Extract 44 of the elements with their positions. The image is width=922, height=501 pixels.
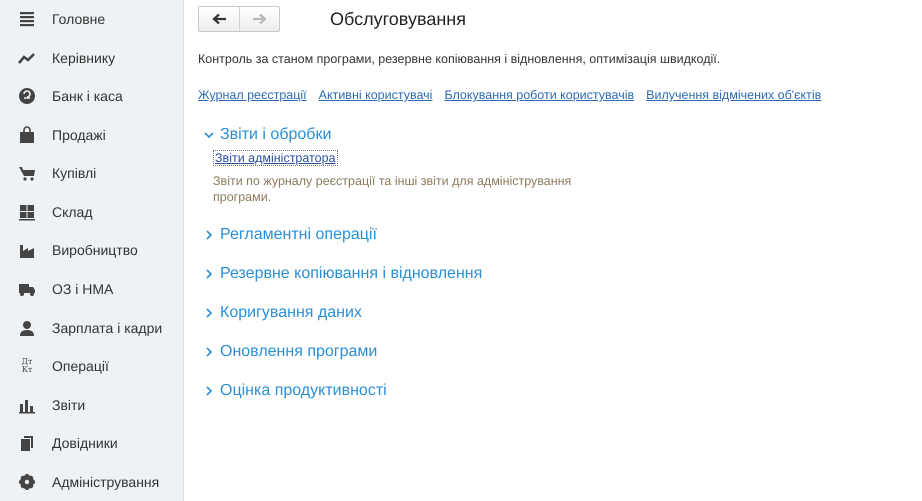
shopping-bag-icon [18, 126, 36, 144]
sidebar-item[interactable]: Склад [0, 192, 183, 232]
sidebar-item[interactable]: Адміністрування [0, 462, 183, 501]
section-header[interactable]: Звіти і обробки [204, 126, 332, 144]
link[interactable]: Журнал реєстрації [198, 88, 307, 102]
gear-icon [18, 472, 36, 491]
sidebar-item[interactable]: Довідники [0, 424, 183, 462]
arrow-left-icon [211, 13, 227, 25]
person-icon [18, 318, 36, 337]
chevron-right-icon [204, 230, 214, 240]
section-header[interactable]: Оцінка продуктивності [204, 382, 387, 400]
sidebar-item[interactable]: Головне [0, 0, 183, 39]
chevron-right-icon [204, 347, 214, 357]
sidebar-item[interactable]: Зарплата і кадри [0, 308, 183, 347]
sidebar-item[interactable]: Банк і каса [0, 77, 183, 116]
chevron-right-icon [204, 269, 214, 279]
sidebar-item[interactable]: Звіти [0, 385, 183, 424]
chevron-down-icon [204, 130, 214, 140]
page-description: Контроль за станом програми, резервне копіювання і відновлення, оптимізація швидкодії. [198, 52, 722, 66]
sidebar-item[interactable]: Керівнику [0, 38, 183, 78]
sidebar-item[interactable]: Дт Кт Операції [0, 346, 183, 386]
sidebar-item[interactable]: Виробництво [0, 231, 183, 270]
documents-icon [18, 434, 36, 452]
page-title: Обслуговування [330, 8, 466, 30]
coin-icon [18, 87, 36, 106]
debit-credit-icon: Дт Кт [18, 358, 36, 374]
arrow-right-icon [252, 13, 268, 25]
link[interactable]: Блокування роботи користувачів [444, 88, 634, 102]
link[interactable]: Вилучення відмічених об'єктів [646, 88, 822, 102]
grid-icon [18, 202, 36, 221]
sidebar-item[interactable]: Купівлі [0, 154, 183, 193]
section-header[interactable]: Оновлення програми [204, 343, 378, 361]
section-header[interactable]: Резервне копіювання і відновлення [204, 265, 482, 283]
menu-icon [18, 10, 36, 28]
cart-icon [18, 164, 36, 182]
sidebar-item[interactable]: Продажі [0, 116, 183, 154]
report-link[interactable]: Звіти адміністратора [213, 150, 338, 166]
section-header[interactable]: Регламентні операції [204, 226, 377, 244]
chevron-right-icon [204, 386, 214, 396]
link[interactable]: Активні користувачі [318, 88, 432, 102]
sidebar-item[interactable]: ОЗ і НМА [0, 270, 183, 308]
report-description: Звіти по журналу реєстрації та інші звіти для адміністрування програми. [213, 173, 572, 205]
section-header[interactable]: Коригування даних [204, 304, 362, 322]
chevron-right-icon [204, 308, 214, 318]
